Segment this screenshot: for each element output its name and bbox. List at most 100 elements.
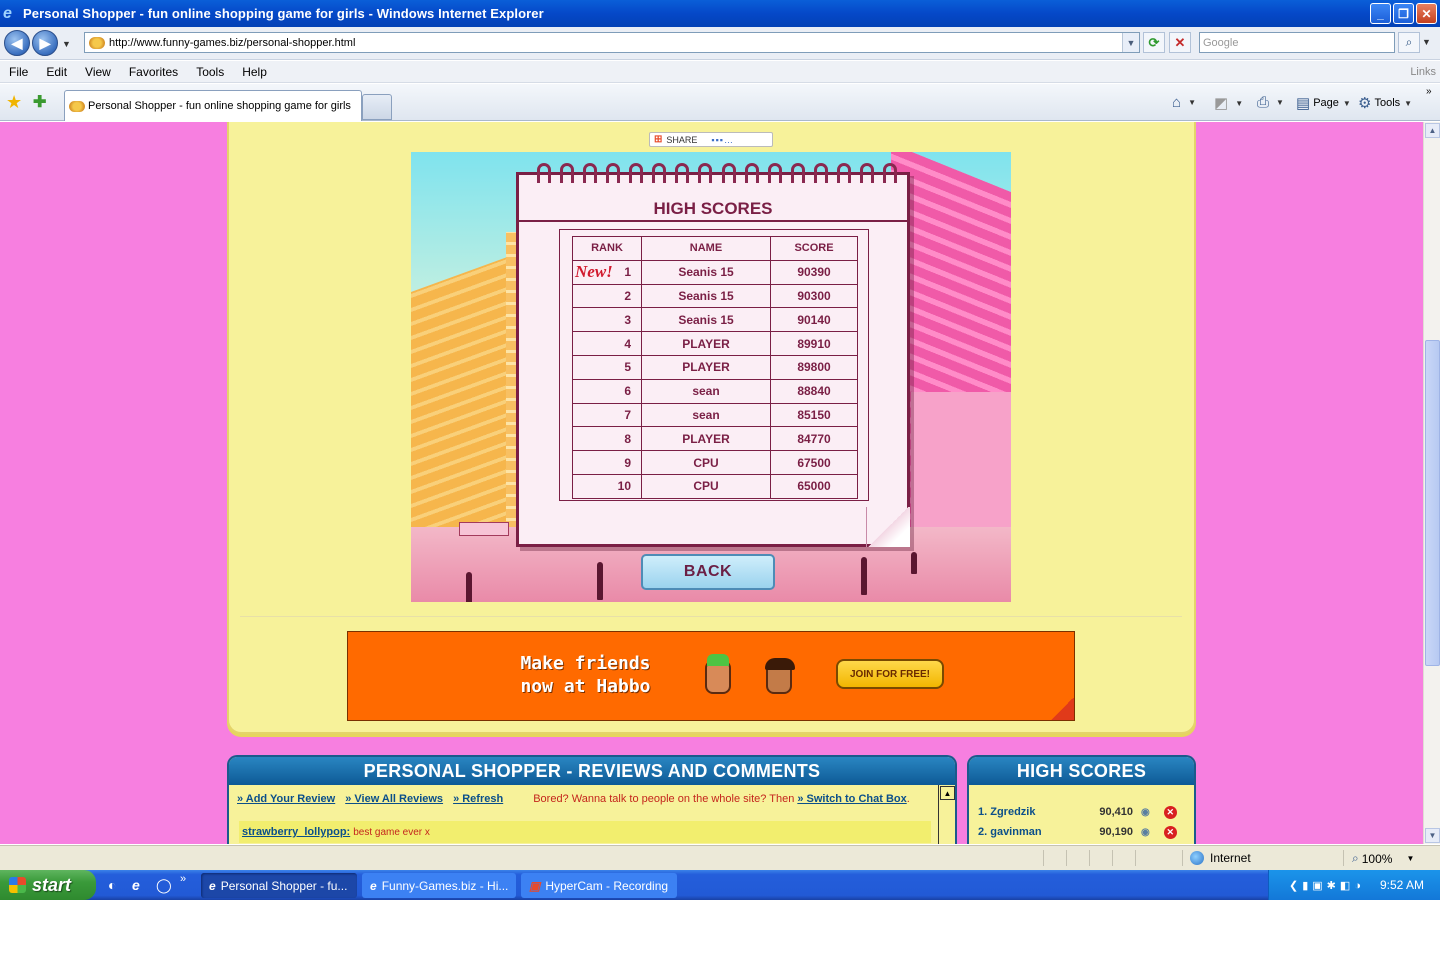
habbo-ad-banner[interactable]: Make friends now at Habbo JOIN FOR FREE! [347, 631, 1075, 721]
more-commands-icon[interactable]: » [1426, 86, 1432, 97]
minimize-button[interactable]: _ [1370, 3, 1391, 24]
refresh-button[interactable]: ⟳ [1143, 32, 1165, 53]
notepad-spiral [537, 163, 897, 185]
clock[interactable]: 9:52 AM [1380, 878, 1424, 892]
menu-favorites[interactable]: Favorites [120, 65, 187, 79]
tab-personal-shopper[interactable]: Personal Shopper - fun online shopping g… [64, 90, 362, 121]
refresh-reviews-link[interactable]: » Refresh [453, 793, 503, 805]
score-rank: 2 [572, 283, 642, 309]
stop-button[interactable]: ✕ [1169, 32, 1191, 53]
page-menu-button[interactable]: ▤ Page ▼ [1296, 94, 1351, 112]
add-review-link[interactable]: » Add Your Review [237, 793, 335, 805]
game-canvas[interactable]: HIGH SCORES RANK NAME SCORE New! 1 Seanis … [411, 152, 1011, 602]
share-label: SHARE [666, 134, 698, 145]
back-nav-button[interactable]: ◀ [4, 30, 30, 56]
name-header: NAME [641, 236, 771, 261]
scroll-up-icon[interactable]: ▲ [940, 786, 955, 800]
tools-menu-button[interactable]: ⚙ Tools ▼ [1358, 94, 1412, 112]
comment-user-link[interactable]: strawberry_lollypop: [242, 826, 350, 838]
search-input[interactable]: Google [1199, 32, 1395, 53]
add-favorite-icon[interactable]: ✚ [33, 92, 46, 112]
high-scores-title: HIGH SCORES [653, 199, 773, 218]
quicklaunch-search-icon[interactable]: ◯ [156, 877, 172, 894]
quicklaunch-ie-icon[interactable]: e [132, 877, 140, 893]
comment-text: best game ever x [353, 826, 430, 838]
links-toolbar[interactable]: Links [1410, 66, 1436, 78]
menu-edit[interactable]: Edit [37, 65, 76, 79]
join-for-free-button[interactable]: JOIN FOR FREE! [836, 659, 944, 689]
scrollbar-thumb[interactable] [1425, 340, 1440, 666]
address-dropdown-icon[interactable]: ▼ [1122, 33, 1139, 52]
print-button[interactable]: ⎙ ▼ [1257, 94, 1284, 111]
share-plus-icon: ⊞ [654, 134, 663, 145]
address-url[interactable]: http://www.funny-games.biz/personal-shop… [109, 37, 355, 49]
address-bar[interactable]: http://www.funny-games.biz/personal-shop… [84, 32, 1140, 53]
history-dropdown-icon[interactable]: ▼ [62, 39, 71, 49]
comment-row: strawberry_lollypop: best game ever x [239, 821, 931, 843]
score-value: 89800 [770, 354, 858, 380]
score-rank: 4 [572, 331, 642, 356]
window-title-bar[interactable]: e Personal Shopper - fun online shopping… [0, 0, 1440, 27]
score-row: 8 PLAYER 84770 [572, 426, 858, 452]
task-label: Personal Shopper - fu... [220, 878, 348, 893]
forward-nav-button[interactable]: ▶ [32, 30, 58, 56]
shopper-silhouette [861, 557, 867, 595]
eye-icon[interactable]: ◉ [1141, 827, 1150, 838]
eye-icon[interactable]: ◉ [1141, 807, 1150, 818]
zoom-control[interactable]: ⌕ 100% ▼ [1352, 851, 1414, 866]
score-name: PLAYER [641, 354, 771, 380]
score-player-link[interactable]: 2. gavinman [975, 826, 1085, 838]
score-rank: 3 [572, 307, 642, 333]
shopper-silhouette [911, 552, 917, 574]
score-points: 90,410 [1099, 806, 1133, 818]
restore-button[interactable]: ❐ [1393, 3, 1414, 24]
menu-bar: File Edit View Favorites Tools Help Link… [0, 61, 1440, 83]
security-zone[interactable]: Internet [1190, 851, 1251, 865]
start-button[interactable]: start [0, 870, 96, 900]
delete-icon[interactable]: ✕ [1163, 805, 1177, 819]
scroll-up-icon[interactable]: ▲ [1425, 123, 1440, 138]
favorites-center-icon[interactable]: ★ [6, 92, 22, 113]
zoom-dropdown-icon[interactable]: ▼ [1406, 854, 1414, 863]
score-name: Seanis 15 [641, 283, 771, 309]
score-name: PLAYER [641, 426, 771, 452]
quicklaunch-more-icon[interactable]: » [180, 873, 186, 885]
switch-to-chat-link[interactable]: » Switch to Chat Box [797, 793, 906, 805]
task-personal-shopper[interactable]: e Personal Shopper - fu... [201, 873, 357, 898]
ad-corner-icon[interactable] [1050, 698, 1074, 720]
score-player-link[interactable]: 1. Zgredzik [975, 806, 1085, 818]
gear-icon: ⚙ [1358, 95, 1372, 112]
back-button[interactable]: BACK [641, 554, 775, 590]
score-value: 90300 [770, 283, 858, 309]
site-favicon-icon [89, 36, 105, 49]
menu-file[interactable]: File [0, 65, 37, 79]
search-options-dropdown-icon[interactable]: ▼ [1422, 37, 1431, 47]
web-page-viewport: ⊞ SHARE ▪▪▪… HIGH SCORES RANK NAME SCORE… [0, 122, 1423, 844]
score-row: 6 sean 88840 [572, 378, 858, 404]
feeds-button[interactable]: ◩ ▼ [1214, 94, 1243, 112]
task-funny-games[interactable]: e Funny-Games.biz - Hi... [362, 873, 516, 898]
scroll-down-icon[interactable]: ▼ [1425, 828, 1440, 843]
score-name: sean [641, 402, 771, 428]
zoom-level: 100% [1361, 851, 1393, 866]
score-row: 10 CPU 65000 [572, 473, 858, 499]
close-button[interactable]: ✕ [1416, 3, 1437, 24]
view-all-reviews-link[interactable]: » View All Reviews [345, 793, 443, 805]
share-button[interactable]: ⊞ SHARE ▪▪▪… [649, 132, 773, 147]
chat-prompt-suffix: . [906, 793, 910, 805]
score-rank: 6 [572, 378, 642, 404]
menu-view[interactable]: View [76, 65, 120, 79]
task-hypercam[interactable]: ▣ HyperCam - Recording [521, 873, 677, 898]
new-tab-button[interactable] [362, 94, 392, 120]
menu-help[interactable]: Help [233, 65, 276, 79]
menu-tools[interactable]: Tools [187, 65, 233, 79]
delete-icon[interactable]: ✕ [1163, 825, 1177, 839]
reviews-scrollbar[interactable]: ▲ [938, 785, 955, 844]
divider [240, 616, 1182, 617]
search-icon[interactable]: ⌕ [1398, 32, 1420, 53]
tray-icons[interactable]: ❮▮▣✱◧◑ [1289, 879, 1365, 892]
page-scrollbar[interactable]: ▲ ▼ [1423, 122, 1440, 844]
quicklaunch-media-icon[interactable]: ◐ [108, 877, 116, 893]
score-rank: 7 [572, 402, 642, 428]
home-button[interactable]: ⌂ ▼ [1172, 94, 1196, 111]
